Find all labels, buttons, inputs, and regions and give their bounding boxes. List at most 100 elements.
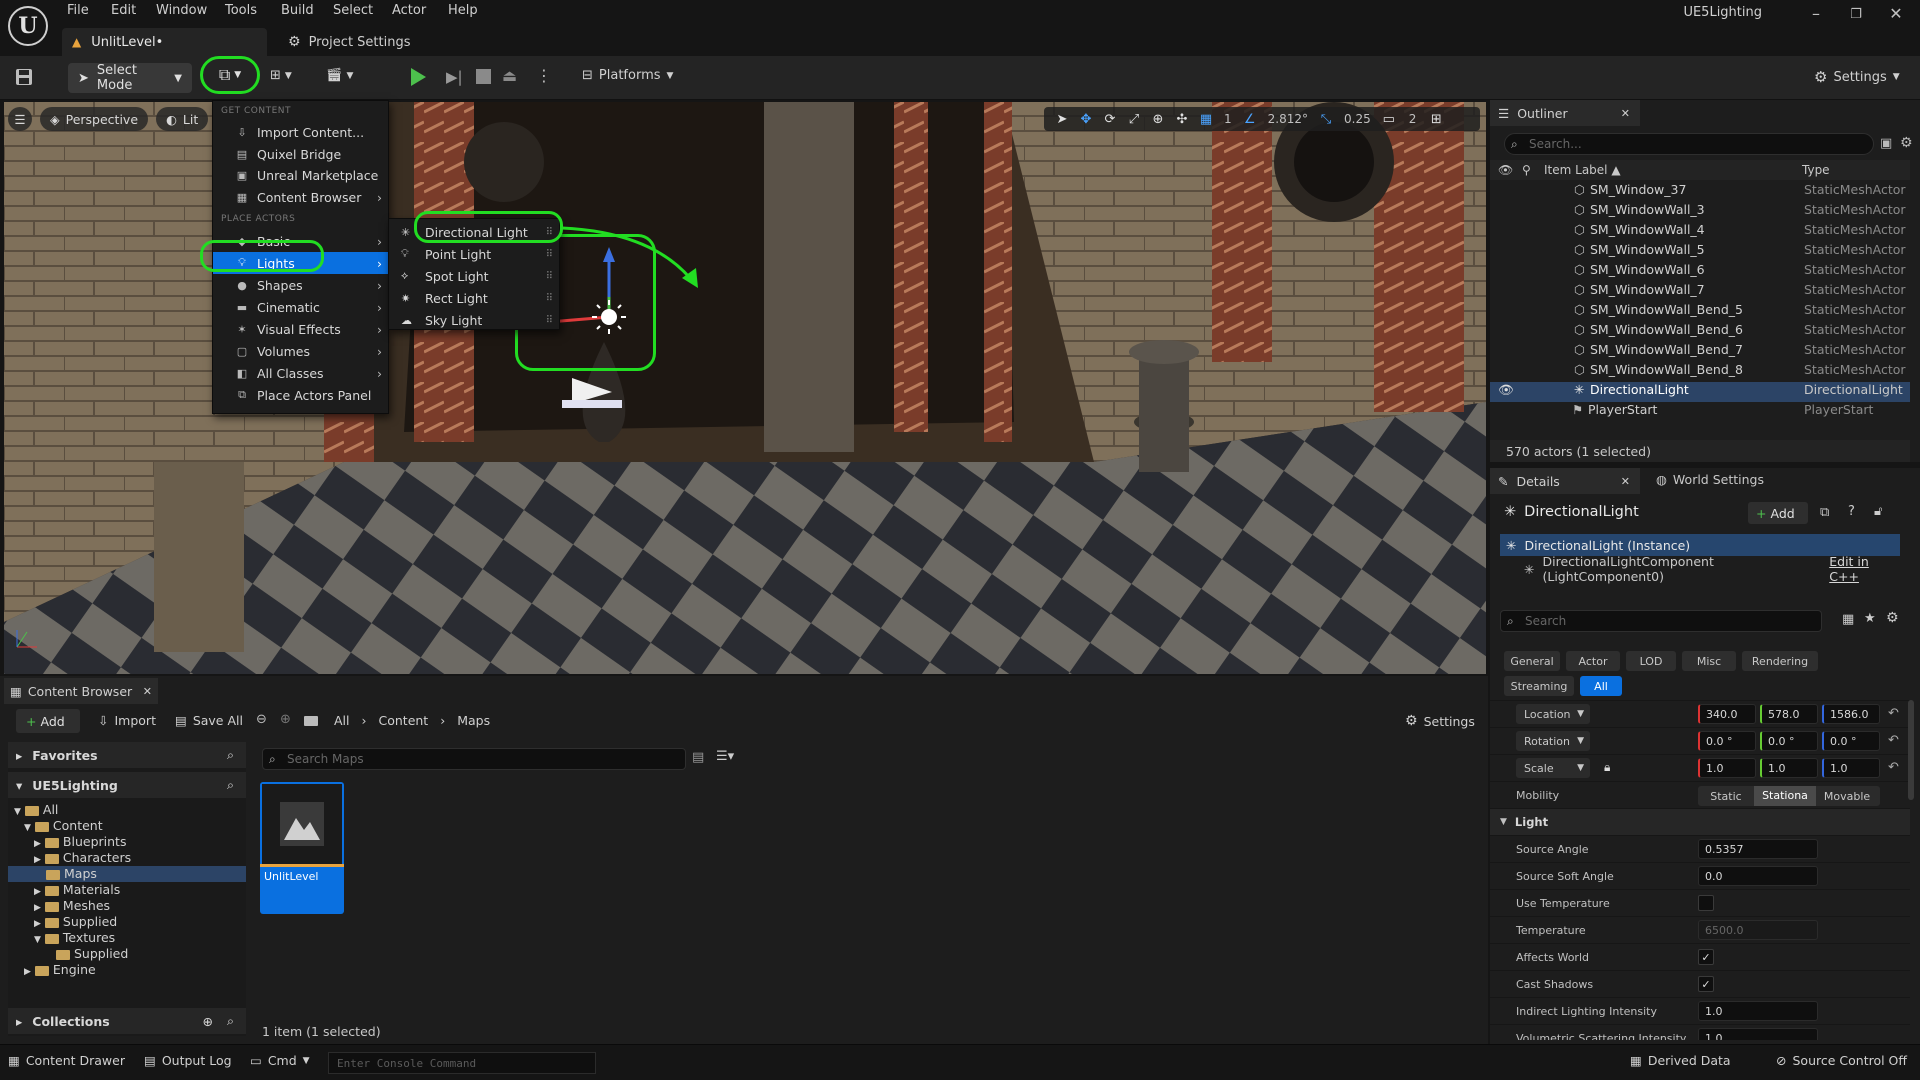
translate-tool-icon[interactable]: ✥ — [1074, 107, 1098, 131]
filter-misc[interactable]: Misc — [1682, 651, 1736, 671]
mobility-stationary[interactable]: Stationa — [1754, 786, 1816, 806]
menu-item-rect-light[interactable]: ✷ Rect Light ⠿ — [389, 287, 559, 309]
drag-handle-icon[interactable]: ⠿ — [546, 271, 553, 282]
minimize-icon[interactable]: – — [1796, 4, 1836, 23]
table-row[interactable]: ⬡ SM_Window_37 StaticMeshActor — [1490, 182, 1910, 202]
gear-icon[interactable]: ⚙ — [1886, 610, 1899, 626]
component-row[interactable]: ✳ DirectionalLightComponent (LightCompon… — [1524, 554, 1900, 584]
reset-icon[interactable]: ↶ — [1888, 733, 1899, 748]
menu-item-content-browser[interactable]: ▦ Content Browser › — [213, 186, 388, 208]
camera-speed-value[interactable]: 2 — [1409, 112, 1417, 126]
viewport-menu-icon[interactable]: ☰ — [8, 107, 32, 131]
stop-icon[interactable] — [476, 69, 491, 84]
favorites-header[interactable]: ▸ Favorites ⌕ — [8, 742, 246, 768]
volumetric-scattering-input[interactable]: 1.0 — [1698, 1028, 1818, 1040]
rotate-tool-icon[interactable]: ⟳ — [1098, 107, 1122, 131]
location-z[interactable]: 1586.0 — [1822, 704, 1880, 724]
help-icon[interactable]: ? — [1848, 504, 1855, 519]
breadcrumb-maps[interactable]: Maps — [457, 713, 490, 728]
breadcrumb-all[interactable]: All — [334, 713, 350, 728]
tree-item-maps[interactable]: Maps — [8, 866, 246, 882]
outliner-search-input[interactable]: ⌕ Search... — [1504, 133, 1874, 155]
table-row[interactable]: ⬡ SM_WindowWall_Bend_8 StaticMeshActor — [1490, 362, 1910, 382]
scale-snap-icon[interactable]: ⤡ — [1314, 107, 1338, 131]
add-component-button[interactable]: + Add — [1748, 502, 1808, 524]
menu-item-import-content[interactable]: ⇩ Import Content... — [213, 121, 388, 143]
close-window-icon[interactable]: ✕ — [1876, 4, 1916, 23]
search-icon[interactable]: ⌕ — [227, 747, 234, 763]
table-row[interactable]: ⬡ SM_WindowWall_Bend_7 StaticMeshActor — [1490, 342, 1910, 362]
tab-project-settings[interactable]: ⚙ Project Settings — [282, 28, 411, 56]
more-options-icon[interactable]: ⋮ — [536, 66, 552, 85]
surface-snap-icon[interactable]: ✣ — [1170, 107, 1194, 131]
menu-tools[interactable]: Tools — [225, 3, 257, 18]
menu-item-quixel-bridge[interactable]: ▤ Quixel Bridge — [213, 143, 388, 165]
search-icon[interactable]: ⌕ — [227, 1013, 234, 1029]
tree-item-characters[interactable]: ▶ Characters — [8, 850, 131, 866]
mobility-static[interactable]: Static — [1698, 790, 1754, 803]
filter-streaming[interactable]: Streaming — [1504, 676, 1574, 696]
save-search-icon[interactable]: ▤ — [692, 750, 704, 765]
menu-item-visual-effects[interactable]: ✶ Visual Effects › — [213, 318, 388, 340]
scale-tool-icon[interactable]: ⤢ — [1122, 107, 1146, 131]
menu-item-point-light[interactable]: 💡︎ Point Light ⠿ — [389, 243, 559, 265]
temperature-input[interactable]: 6500.0 — [1698, 920, 1818, 940]
content-drawer-button[interactable]: ▦ Content Drawer — [8, 1053, 125, 1068]
world-local-icon[interactable]: ⊕ — [1146, 107, 1170, 131]
outliner-tab[interactable]: ☰ Outliner ✕ — [1490, 100, 1640, 126]
drag-handle-icon[interactable]: ⠿ — [546, 293, 553, 304]
select-tool-icon[interactable]: ➤ — [1050, 107, 1074, 131]
tree-item-meshes[interactable]: ▶ Meshes — [8, 898, 110, 914]
grid-snap-icon[interactable]: ▦ — [1194, 107, 1218, 131]
close-icon[interactable]: ✕ — [1621, 475, 1630, 488]
breadcrumb-content[interactable]: Content — [379, 713, 429, 728]
tree-item-all[interactable]: ▼ All — [8, 802, 58, 818]
output-log-button[interactable]: ▤ Output Log — [144, 1053, 232, 1068]
perspective-button[interactable]: ◈ Perspective — [40, 107, 149, 131]
table-row[interactable]: ⚑ PlayerStart PlayerStart — [1490, 402, 1910, 422]
eject-icon[interactable]: ⏏ — [502, 66, 517, 85]
location-dropdown[interactable]: Location ▼ — [1516, 704, 1590, 724]
menu-item-cinematic[interactable]: ▬ Cinematic › — [213, 296, 388, 318]
menu-item-spot-light[interactable]: ⟡ Spot Light ⠿ — [389, 265, 559, 287]
lit-button[interactable]: ◐ Lit — [156, 107, 209, 131]
tree-item-supplied[interactable]: ▶ Supplied — [8, 914, 117, 930]
menu-item-all-classes[interactable]: ◧ All Classes › — [213, 362, 388, 384]
column-item-label[interactable]: Item Label ▲ — [1544, 163, 1621, 177]
close-icon[interactable]: ✕ — [143, 685, 152, 698]
lock-icon[interactable]: 🔓︎ — [1874, 504, 1882, 519]
filter-general[interactable]: General — [1504, 651, 1560, 671]
rotation-x[interactable]: 0.0 ° — [1698, 731, 1756, 751]
column-type[interactable]: Type — [1802, 163, 1830, 177]
table-row-selected[interactable]: 👁︎ ✳ DirectionalLight DirectionalLight — [1490, 382, 1910, 402]
asset-tile-unlit-level[interactable]: UnlitLevel — [260, 782, 344, 914]
lock-icon[interactable]: 🔒︎ — [1604, 760, 1610, 775]
cb-settings-button[interactable]: ⚙ Settings — [1405, 713, 1475, 729]
details-scrollbar[interactable] — [1908, 700, 1914, 800]
tab-unlit-level[interactable]: ▲ UnlitLevel• — [62, 28, 267, 56]
table-row[interactable]: ⬡ SM_WindowWall_Bend_5 StaticMeshActor — [1490, 302, 1910, 322]
collections-header[interactable]: ▸ Collections ⊕ ⌕ — [8, 1008, 246, 1034]
source-angle-input[interactable]: 0.5357 — [1698, 839, 1818, 859]
select-mode-button[interactable]: ➤ Select Mode ▼ — [68, 63, 192, 93]
blueprints-button[interactable]: ⊞ ▼ — [270, 68, 292, 83]
blueprint-icon[interactable]: ⧉ — [1820, 505, 1829, 520]
unreal-logo-icon[interactable]: U — [8, 6, 48, 46]
menu-file[interactable]: File — [67, 3, 89, 18]
visibility-icon[interactable]: 👁︎ — [1498, 382, 1514, 398]
instance-row[interactable]: ✳ DirectionalLight (Instance) — [1500, 534, 1900, 556]
world-settings-tab[interactable]: ◍ World Settings — [1656, 472, 1764, 487]
menu-item-volumes[interactable]: ▢ Volumes › — [213, 340, 388, 362]
table-row[interactable]: ⬡ SM_WindowWall_5 StaticMeshActor — [1490, 242, 1910, 262]
details-tab[interactable]: ✎ Details ✕ — [1490, 468, 1640, 494]
light-section-header[interactable]: ▼ Light — [1490, 808, 1910, 835]
use-temperature-checkbox[interactable] — [1698, 895, 1714, 911]
table-row[interactable]: ⬡ SM_WindowWall_3 StaticMeshActor — [1490, 202, 1910, 222]
filter-actor[interactable]: Actor — [1566, 651, 1620, 671]
mobility-movable[interactable]: Movable — [1816, 790, 1878, 803]
menu-item-place-actors-panel[interactable]: ⧉ Place Actors Panel — [213, 384, 388, 406]
menu-window[interactable]: Window — [156, 3, 207, 18]
console-input[interactable]: Enter Console Command — [328, 1052, 596, 1074]
scale-snap-value[interactable]: 0.25 — [1344, 112, 1371, 126]
menu-item-sky-light[interactable]: ☁ Sky Light ⠿ — [389, 309, 559, 331]
